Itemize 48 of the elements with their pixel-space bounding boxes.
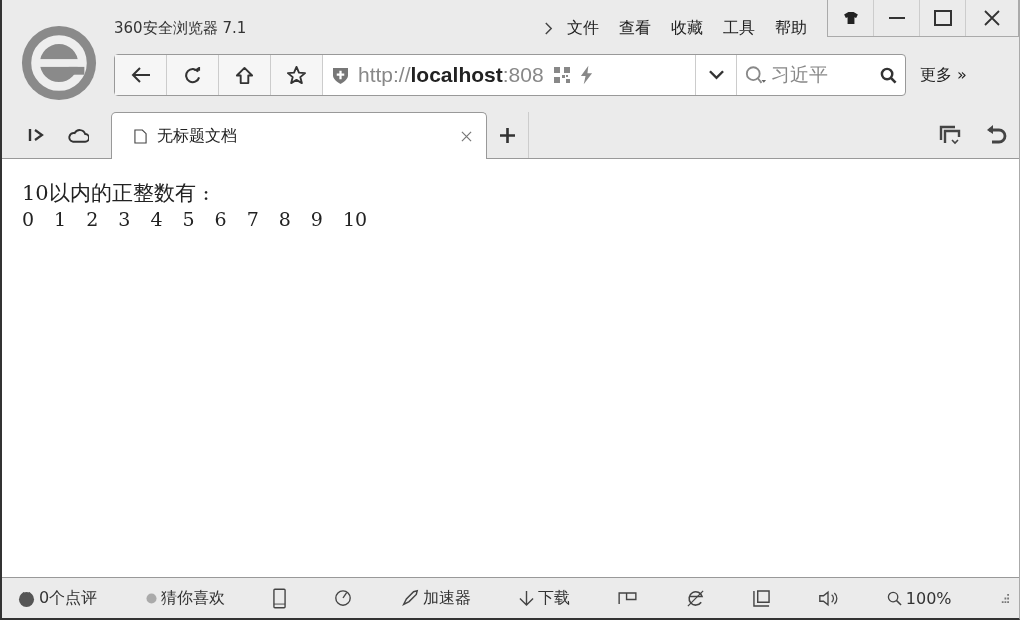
accelerator-link[interactable]: 加速器	[422, 587, 471, 609]
number-text: 4	[150, 208, 163, 230]
menu-item[interactable]: 工具	[723, 17, 755, 39]
sidebar-toggle-icon[interactable]	[28, 127, 44, 143]
more-link[interactable]: 更多 »	[920, 64, 967, 86]
browser-tab[interactable]: 无标题文档	[111, 112, 487, 159]
windows-icon[interactable]	[939, 125, 961, 145]
gauge-icon[interactable]	[334, 589, 353, 607]
number-text: 6	[214, 208, 227, 230]
menu-item[interactable]: 收藏	[671, 17, 703, 39]
close-tab-icon[interactable]	[461, 130, 472, 142]
plus-icon	[500, 127, 515, 143]
chevron-right-icon[interactable]	[544, 21, 553, 35]
page-heading: 10以内的正整数有 :	[22, 180, 211, 207]
zoom-icon[interactable]	[886, 590, 902, 606]
number-text: 2	[86, 208, 99, 230]
menu-item[interactable]: 查看	[619, 17, 651, 39]
dot-icon	[145, 592, 157, 604]
document-icon	[134, 128, 147, 144]
window-title: 360安全浏览器 7.1	[114, 18, 247, 38]
shirt-icon	[843, 12, 858, 24]
resize-grip-icon[interactable]	[999, 593, 1009, 603]
browser-e-icon[interactable]	[685, 588, 705, 608]
close-icon	[984, 10, 1000, 26]
speaker-icon[interactable]	[818, 589, 839, 607]
number-text: 9	[310, 208, 323, 230]
browser-logo-icon	[20, 24, 98, 102]
zoom-level[interactable]: 100%	[905, 588, 952, 608]
menu-item[interactable]: 帮助	[775, 17, 807, 39]
minimize-icon	[888, 17, 905, 19]
number-text: 5	[182, 208, 195, 230]
number-text: 3	[118, 208, 131, 230]
recommendations-link[interactable]: 猜你喜欢	[160, 587, 225, 609]
number-text: 8	[278, 208, 291, 230]
undo-icon[interactable]	[985, 125, 1007, 145]
number-text: 0	[22, 208, 35, 230]
phone-icon[interactable]	[272, 587, 286, 609]
window-icon[interactable]	[753, 589, 771, 607]
flag-icon[interactable]	[618, 591, 638, 605]
reviews-link[interactable]: 0个点评	[39, 587, 98, 609]
number-text: 7	[246, 208, 259, 230]
arrow-down-icon[interactable]	[519, 589, 534, 607]
download-link[interactable]: 下载	[538, 587, 570, 609]
number-text: 10	[342, 208, 368, 230]
menu-item[interactable]: 文件	[567, 17, 599, 39]
maximize-icon	[933, 10, 952, 26]
number-text: 1	[54, 208, 67, 230]
cloud-icon[interactable]	[68, 127, 89, 143]
